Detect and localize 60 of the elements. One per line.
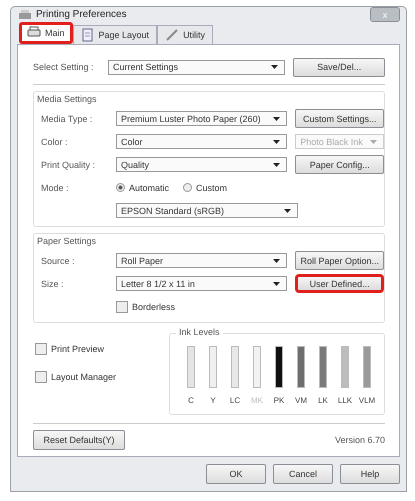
dropdown[interactable]: Quality	[116, 157, 288, 172]
button[interactable]: User Defined...	[295, 274, 384, 293]
dropdown[interactable]: EPSON Standard (sRGB)	[116, 203, 298, 218]
ink-label: VM	[295, 396, 307, 405]
field-label: Select Setting :	[33, 62, 95, 72]
ink-label: MK	[251, 396, 263, 405]
button[interactable]: Custom Settings...	[295, 109, 384, 128]
caret-icon	[273, 162, 280, 166]
pen-icon	[165, 28, 180, 42]
tab[interactable]: Page Layout	[72, 25, 158, 44]
ink-label: PK	[274, 396, 284, 405]
caret-icon	[273, 282, 280, 286]
ink-label: LK	[318, 396, 328, 405]
field-label: Media Type :	[41, 114, 94, 124]
button[interactable]: Roll Paper Option...	[295, 251, 384, 270]
checkbox-label: Borderless	[132, 302, 176, 312]
caret-icon	[370, 140, 377, 144]
field-label: Size :	[41, 278, 65, 288]
dropdown[interactable]: Letter 8 1/2 x 11 in	[116, 276, 288, 291]
caret-icon	[273, 258, 280, 262]
page-icon	[80, 28, 95, 42]
checkbox[interactable]	[116, 300, 128, 312]
checkbox-label: Layout Manager	[51, 372, 116, 382]
tab[interactable]: Utility	[157, 25, 214, 44]
radio-button[interactable]	[183, 183, 192, 192]
caret-icon	[273, 140, 280, 144]
dialog-button[interactable]: Help	[340, 464, 400, 484]
checkbox[interactable]	[35, 343, 47, 355]
tab[interactable]: Main	[19, 22, 73, 44]
window-title: Printing Preferences	[36, 9, 128, 20]
ink-label: LC	[230, 396, 240, 405]
dropdown[interactable]: Roll Paper	[116, 253, 288, 268]
reset-defaults-button[interactable]: Reset Defaults(Y)	[33, 430, 125, 450]
group-title: Media Settings	[37, 94, 98, 106]
field-label: Source :	[41, 256, 76, 266]
dialog-button[interactable]: Cancel	[273, 464, 333, 484]
field-label: Print Quality :	[41, 160, 96, 170]
ink-label: C	[188, 396, 194, 405]
ink-label: Y	[210, 396, 216, 405]
dropdown[interactable]: Current Settings	[108, 60, 286, 74]
dialog-button[interactable]: OK	[206, 464, 266, 484]
version-label: Version 6.70	[334, 435, 385, 445]
ink-label: LLK	[338, 396, 352, 405]
printer-icon	[19, 10, 31, 20]
checkbox-label: Print Preview	[51, 344, 104, 354]
ink-label: VLM	[358, 396, 376, 405]
radio-button[interactable]	[116, 183, 125, 192]
checkbox[interactable]	[35, 371, 47, 383]
caret-icon	[271, 65, 278, 69]
button[interactable]: Paper Config...	[295, 155, 384, 174]
field-label: Mode :	[41, 182, 70, 192]
radio-label: Custom	[196, 182, 228, 192]
caret-icon	[284, 208, 291, 212]
dropdown[interactable]: Premium Luster Photo Paper (260)	[116, 111, 288, 126]
group-title: Paper Settings	[37, 236, 98, 248]
radio-label: Automatic	[129, 182, 170, 192]
field-label: Color :	[41, 136, 69, 146]
caret-icon	[273, 116, 280, 120]
dropdown[interactable]: Color	[116, 134, 288, 149]
button[interactable]: Save/Del...	[293, 58, 385, 76]
